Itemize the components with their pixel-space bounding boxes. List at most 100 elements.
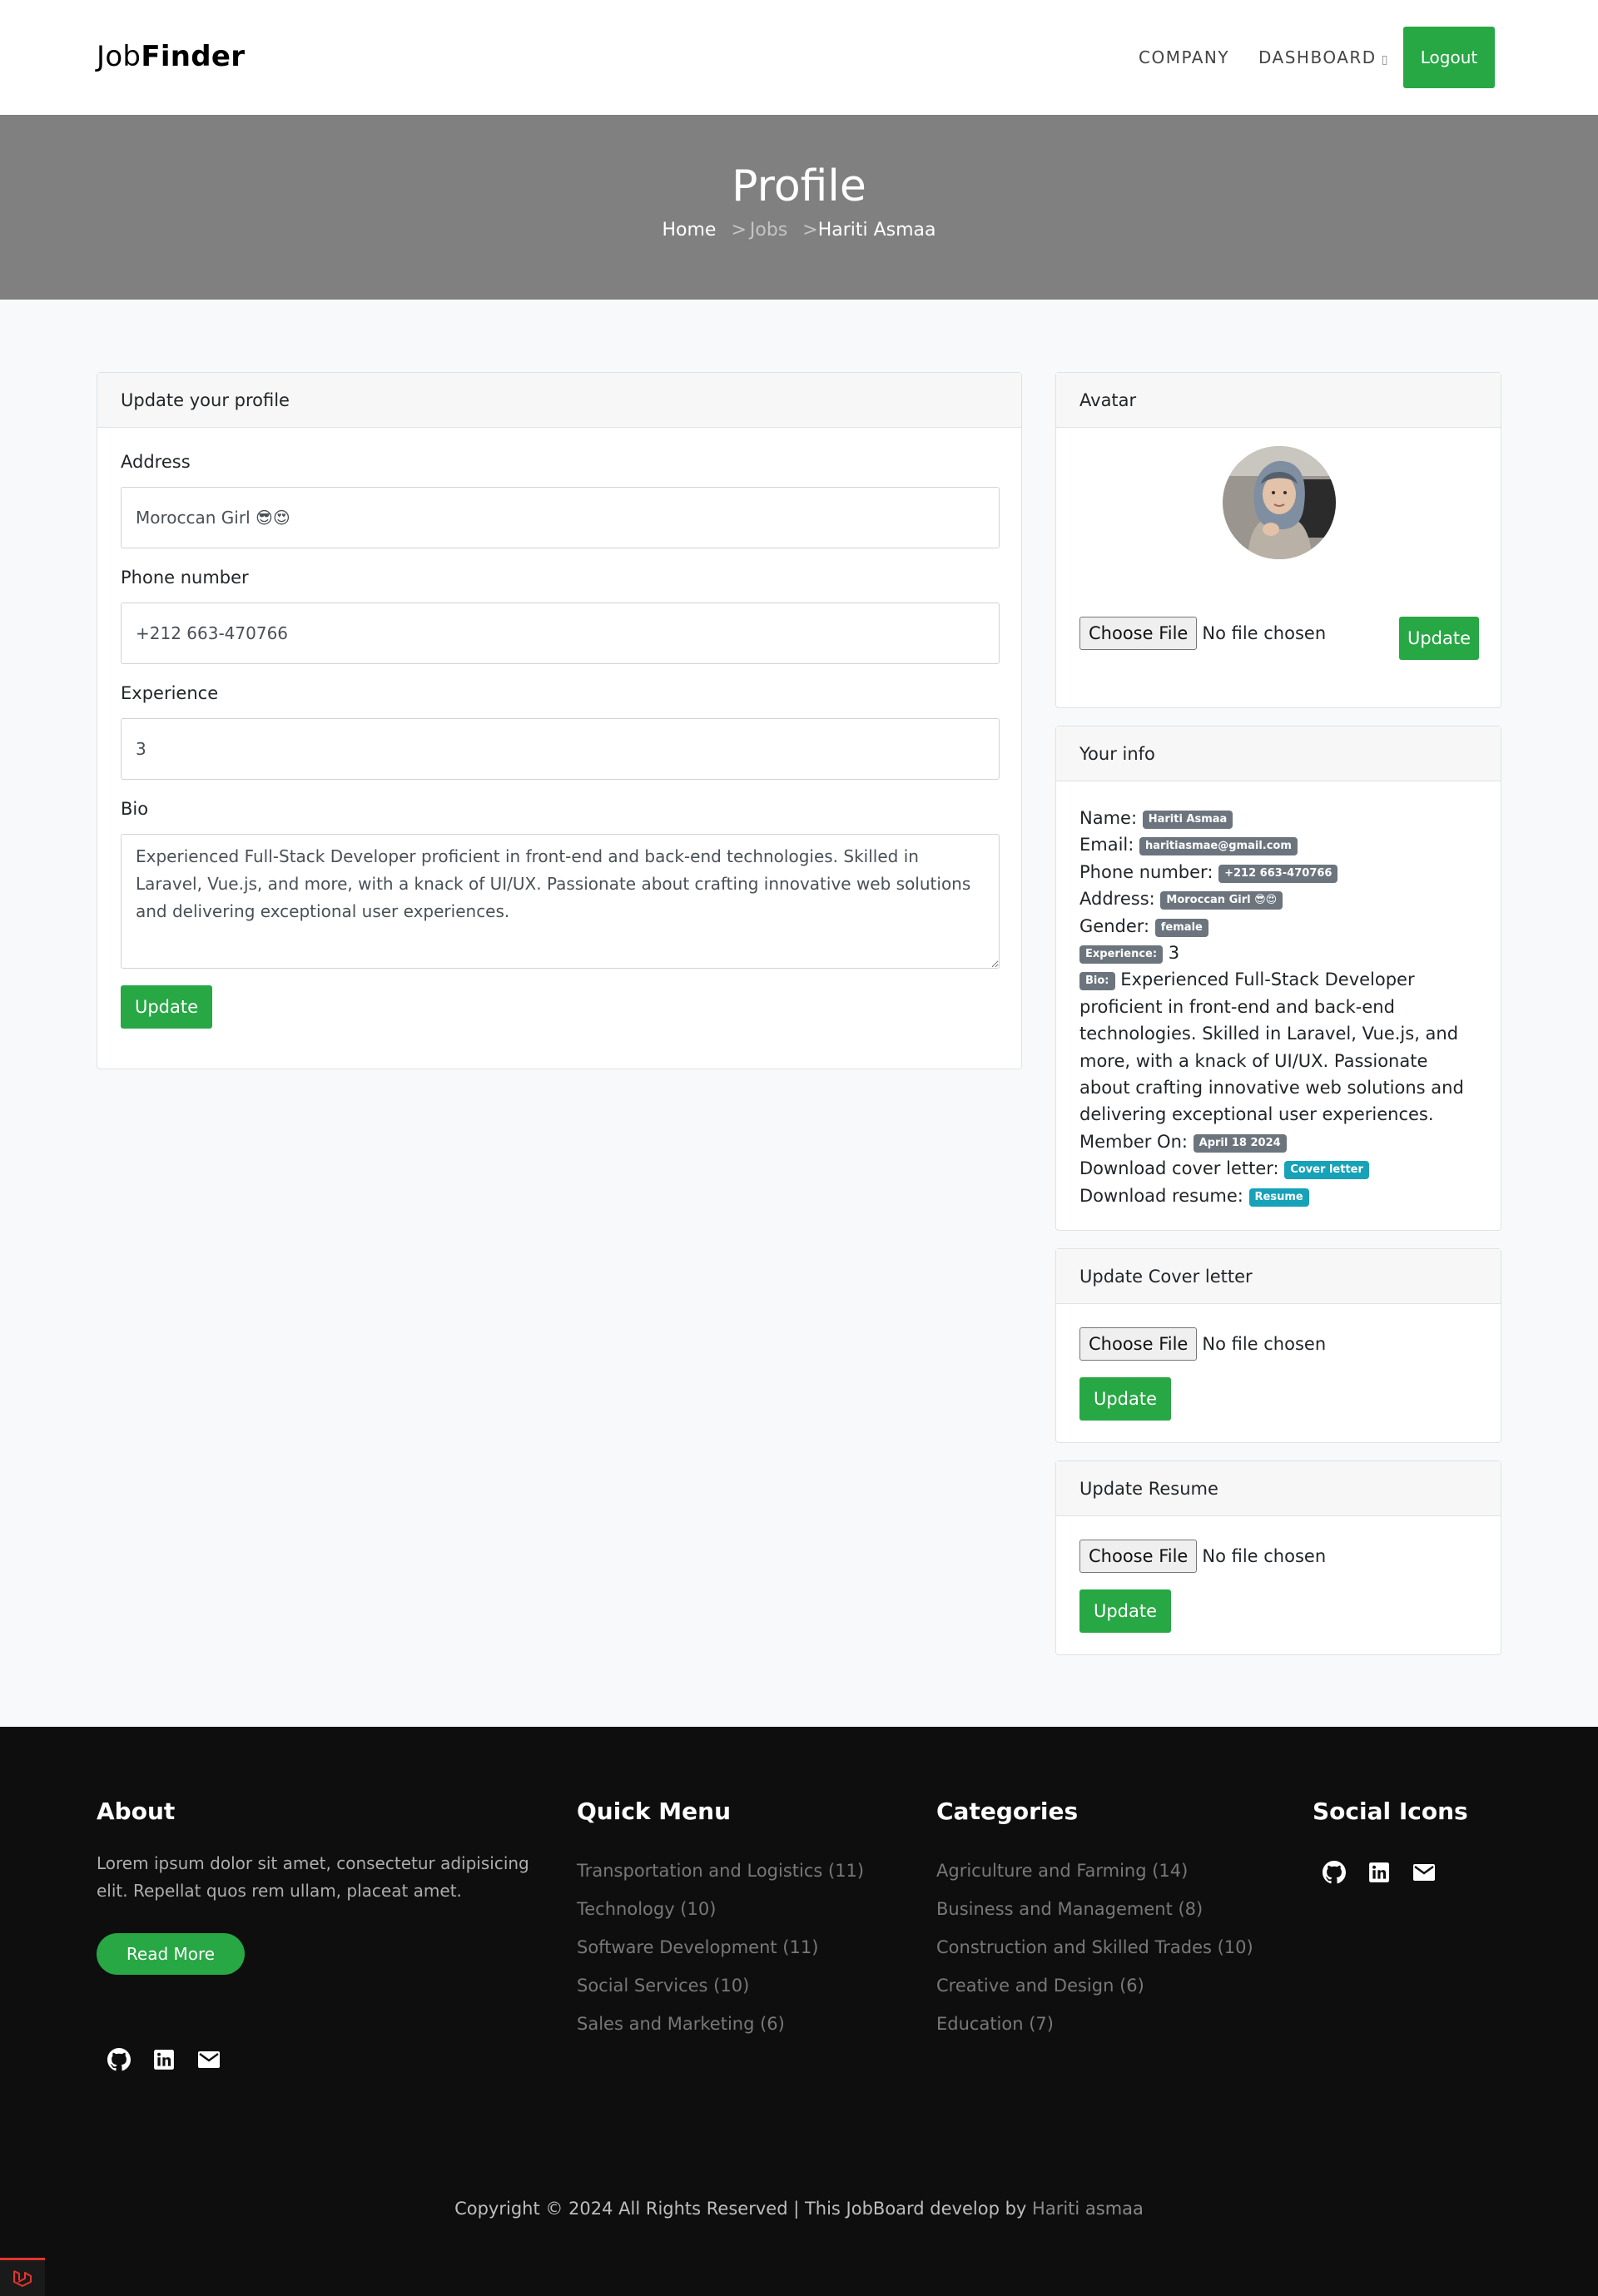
- download-cover-letter-link[interactable]: Cover letter: [1284, 1161, 1369, 1180]
- category-link[interactable]: Creative and Design (6): [936, 1976, 1144, 1996]
- address-label: Address: [121, 452, 191, 472]
- github-icon[interactable]: [1322, 1860, 1347, 1885]
- nav-company[interactable]: COMPANY: [1139, 47, 1229, 67]
- linkedin-icon[interactable]: [1367, 1860, 1392, 1885]
- email-icon[interactable]: [196, 2047, 221, 2072]
- quick-menu-link[interactable]: Sales and Marketing (6): [577, 2014, 785, 2034]
- page-title: Profile: [732, 161, 866, 211]
- update-cover-letter-button[interactable]: Update: [1079, 1377, 1171, 1421]
- linkedin-icon[interactable]: [151, 2047, 176, 2072]
- list-item: Creative and Design (6): [936, 1966, 1253, 2005]
- quick-menu-link[interactable]: Software Development (11): [577, 1937, 818, 1957]
- info-address-label: Address:: [1079, 889, 1155, 910]
- info-resume: Download resume: Resume: [1079, 1183, 1482, 1209]
- update-resume-card: Update Resume Choose File No file chosen…: [1055, 1460, 1501, 1655]
- github-icon[interactable]: [107, 2047, 132, 2072]
- info-list: Name: Hariti Asmaa Email: haritiasmae@gm…: [1079, 805, 1482, 1209]
- resume-choose-file-button[interactable]: Choose File: [1079, 1540, 1198, 1573]
- list-item: Education (7): [936, 2005, 1253, 2043]
- avatar: [1223, 446, 1336, 559]
- card-header: Your info: [1056, 726, 1501, 781]
- list-item: Business and Management (8): [936, 1890, 1253, 1928]
- update-avatar-button[interactable]: Update: [1399, 617, 1479, 660]
- info-email-label: Email:: [1079, 835, 1134, 855]
- card-header: Update Resume: [1056, 1461, 1501, 1516]
- your-info-card: Your info Name: Hariti Asmaa Email: hari…: [1055, 726, 1501, 1231]
- breadcrumb-home[interactable]: Home: [662, 220, 716, 241]
- bio-value: Experienced Full-Stack Developer profici…: [1079, 969, 1464, 1125]
- phone-badge: +212 663-470766: [1218, 864, 1338, 883]
- dropdown-caret-icon: ▯: [1381, 53, 1389, 67]
- category-link[interactable]: Construction and Skilled Trades (10): [936, 1937, 1253, 1957]
- footer-social-heading: Social Icons: [1313, 1798, 1468, 1825]
- logout-button[interactable]: Logout: [1403, 27, 1495, 88]
- categories-list: Agriculture and Farming (14) Business an…: [936, 1852, 1253, 2043]
- info-cover-letter: Download cover letter: Cover letter: [1079, 1155, 1482, 1182]
- experience-input[interactable]: [121, 718, 1000, 780]
- info-cover-label: Download cover letter:: [1079, 1158, 1279, 1179]
- info-member-on: Member On: April 18 2024: [1079, 1128, 1482, 1155]
- nav-dashboard[interactable]: DASHBOARD ▯: [1258, 47, 1389, 67]
- footer-about-heading: About: [97, 1798, 176, 1825]
- category-link[interactable]: Education (7): [936, 2014, 1054, 2034]
- bio-badge: Bio:: [1079, 972, 1115, 991]
- read-more-button[interactable]: Read More: [97, 1933, 245, 1975]
- author-link[interactable]: Hariti asmaa: [1032, 2199, 1144, 2219]
- quick-menu-link[interactable]: Social Services (10): [577, 1976, 749, 1996]
- info-name-label: Name:: [1079, 808, 1138, 828]
- list-item: Agriculture and Farming (14): [936, 1852, 1253, 1890]
- footer-about-text: Lorem ipsum dolor sit amet, consectetur …: [97, 1853, 529, 1901]
- update-profile-button[interactable]: Update: [121, 985, 212, 1029]
- update-cover-letter-card: Update Cover letter Choose File No file …: [1055, 1248, 1501, 1443]
- info-member-label: Member On:: [1079, 1131, 1188, 1152]
- list-item: Transportation and Logistics (11): [577, 1852, 864, 1890]
- address-badge: Moroccan Girl 😎😍: [1160, 891, 1283, 910]
- update-resume-button[interactable]: Update: [1079, 1589, 1171, 1633]
- bio-textarea[interactable]: Experienced Full-Stack Developer profici…: [121, 834, 1000, 969]
- quick-menu-link[interactable]: Technology (10): [577, 1899, 716, 1919]
- info-gender: Gender: female: [1079, 913, 1482, 940]
- resume-file-row: Choose File No file chosen: [1079, 1540, 1326, 1573]
- info-experience: Experience: 3: [1079, 940, 1482, 966]
- phone-input[interactable]: [121, 603, 1000, 664]
- card-header: Update your profile: [97, 373, 1021, 428]
- quick-menu-link[interactable]: Transportation and Logistics (11): [577, 1861, 864, 1881]
- info-resume-label: Download resume:: [1079, 1185, 1243, 1206]
- avatar-file-row: Choose File No file chosen: [1079, 617, 1326, 650]
- brand-bold: Finder: [141, 40, 246, 73]
- footer-categories-heading: Categories: [936, 1798, 1079, 1825]
- brand-light: Job: [97, 40, 141, 73]
- cover-choose-file-button[interactable]: Choose File: [1079, 1327, 1198, 1361]
- card-header: Update Cover letter: [1056, 1249, 1501, 1304]
- info-email: Email: haritiasmae@gmail.com: [1079, 831, 1482, 858]
- avatar-card: Avatar Choose File No file chosen Update: [1055, 372, 1501, 708]
- phone-label: Phone number: [121, 568, 249, 588]
- copyright-text: Copyright © 2024 All Rights Reserved | T…: [454, 2199, 1027, 2219]
- brand-logo[interactable]: JobFinder: [97, 40, 245, 73]
- breadcrumb: Home > Jobs >Hariti Asmaa: [0, 220, 1598, 241]
- cover-file-status: No file chosen: [1202, 1334, 1327, 1354]
- breadcrumb-separator: >: [731, 220, 747, 241]
- category-link[interactable]: Agriculture and Farming (14): [936, 1861, 1188, 1881]
- email-icon[interactable]: [1412, 1860, 1437, 1885]
- laravel-debugbar-tab[interactable]: [0, 2258, 45, 2296]
- breadcrumb-jobs[interactable]: Jobs: [750, 220, 787, 241]
- address-input[interactable]: [121, 487, 1000, 548]
- list-item: Software Development (11): [577, 1928, 864, 1966]
- experience-label: Experience: [121, 683, 219, 703]
- quick-menu-list: Transportation and Logistics (11) Techno…: [577, 1852, 864, 2043]
- name-badge: Hariti Asmaa: [1142, 811, 1233, 829]
- avatar-file-status: No file chosen: [1202, 623, 1327, 643]
- footer-quick-menu-heading: Quick Menu: [577, 1798, 732, 1825]
- info-gender-label: Gender:: [1079, 915, 1150, 936]
- download-resume-link[interactable]: Resume: [1248, 1188, 1309, 1207]
- copyright: Copyright © 2024 All Rights Reserved | T…: [0, 2199, 1598, 2219]
- info-phone: Phone number: +212 663-470766: [1079, 859, 1482, 885]
- breadcrumb-separator: >: [802, 220, 818, 241]
- laravel-icon: [13, 2269, 32, 2287]
- category-link[interactable]: Business and Management (8): [936, 1899, 1203, 1919]
- experience-value: 3: [1168, 943, 1180, 964]
- list-item: Sales and Marketing (6): [577, 2005, 864, 2043]
- bio-label: Bio: [121, 799, 149, 819]
- avatar-choose-file-button[interactable]: Choose File: [1079, 617, 1198, 650]
